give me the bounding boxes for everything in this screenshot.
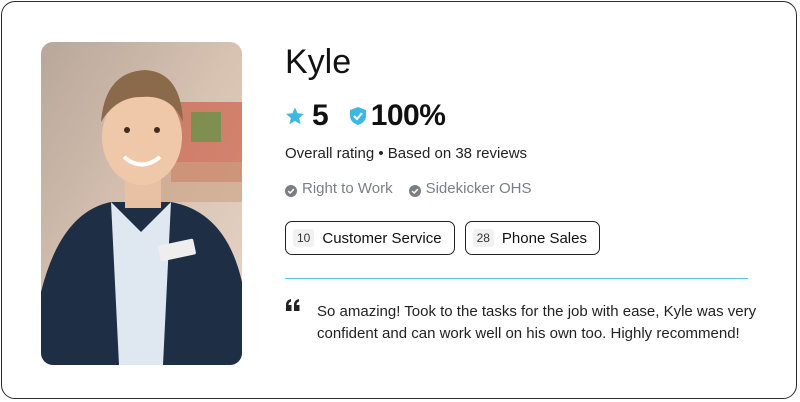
credential-label: Right to Work [302, 180, 393, 197]
stats-row: 5 100% [285, 98, 446, 134]
skill-tag-phone-sales[interactable]: 28 Phone Sales [464, 221, 600, 255]
profile-card: Kyle 5 100% Overall rating • Based on 38… [1, 1, 797, 399]
skill-count: 28 [472, 229, 494, 247]
reliability-value: 100% [370, 99, 446, 132]
check-circle-icon [408, 183, 421, 197]
review-text: So amazing! Took to the tasks for the jo… [317, 303, 757, 342]
profile-name: Kyle [285, 43, 352, 81]
rating-value: 5 [312, 99, 329, 132]
profile-photo [41, 42, 242, 365]
rating-summary: Overall rating • Based on 38 reviews [285, 145, 528, 162]
skill-count: 10 [293, 229, 315, 247]
skills-list: 10 Customer Service 28 Phone Sales [285, 221, 610, 255]
skill-tag-customer-service[interactable]: 10 Customer Service [285, 221, 455, 255]
credential-ohs: Sidekicker OHS [408, 179, 532, 199]
divider [285, 278, 748, 279]
quote-icon [285, 298, 301, 312]
credentials-list: Right to Work Sidekicker OHS [285, 179, 547, 199]
credential-label: Sidekicker OHS [425, 180, 532, 197]
credential-right-to-work: Right to Work [285, 179, 393, 199]
skill-label: Phone Sales [501, 229, 587, 247]
check-circle-icon [285, 183, 297, 197]
skill-label: Customer Service [322, 229, 442, 247]
star-icon [285, 106, 305, 126]
shield-check-icon [349, 106, 367, 126]
